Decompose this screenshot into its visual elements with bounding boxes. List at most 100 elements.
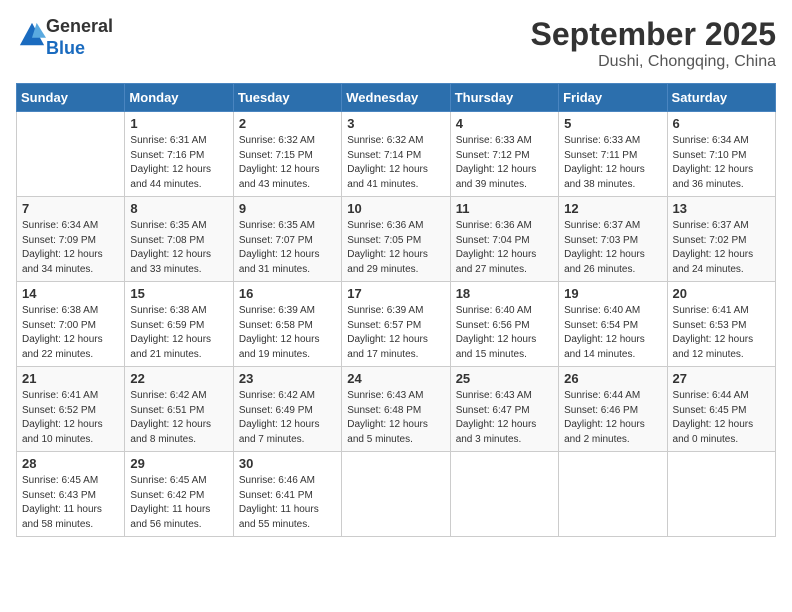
day-number: 5 (564, 116, 661, 131)
day-info: Sunrise: 6:40 AM Sunset: 6:54 PM Dayligh… (564, 304, 661, 362)
day-number: 6 (673, 116, 770, 131)
day-number: 27 (673, 371, 770, 386)
day-number: 12 (564, 201, 661, 216)
weekday-monday: Monday (125, 84, 233, 112)
day-info: Sunrise: 6:41 AM Sunset: 6:53 PM Dayligh… (673, 304, 770, 362)
day-number: 26 (564, 371, 661, 386)
calendar-cell: 22 Sunrise: 6:42 AM Sunset: 6:51 PM Dayli… (125, 367, 233, 452)
calendar-week-1: 1 Sunrise: 6:31 AM Sunset: 7:16 PM Daylig… (17, 112, 776, 197)
day-number: 2 (239, 116, 336, 131)
weekday-wednesday: Wednesday (342, 84, 450, 112)
day-info: Sunrise: 6:46 AM Sunset: 6:41 PM Dayligh… (239, 474, 336, 532)
logo-blue-text: Blue (46, 38, 85, 58)
day-info: Sunrise: 6:42 AM Sunset: 6:51 PM Dayligh… (130, 389, 227, 447)
calendar-cell: 11Sunrise: 6:36 AM Sunset: 7:04 PM Dayli… (450, 197, 558, 282)
day-info: Sunrise: 6:43 AM Sunset: 6:48 PM Dayligh… (347, 389, 444, 447)
day-number: 29 (130, 456, 227, 471)
calendar-cell: 12 Sunrise: 6:37 AM Sunset: 7:03 PM Dayli… (559, 197, 667, 282)
weekday-saturday: Saturday (667, 84, 775, 112)
calendar-cell: 29 Sunrise: 6:45 AM Sunset: 6:42 PM Dayli… (125, 452, 233, 537)
day-number: 28 (22, 456, 119, 471)
day-info: Sunrise: 6:41 AM Sunset: 6:52 PM Dayligh… (22, 389, 119, 447)
day-number: 23 (239, 371, 336, 386)
day-number: 4 (456, 116, 553, 131)
day-info: Sunrise: 6:37 AM Sunset: 7:02 PM Dayligh… (673, 219, 770, 277)
calendar-cell (667, 452, 775, 537)
day-number: 30 (239, 456, 336, 471)
calendar-cell: 15 Sunrise: 6:38 AM Sunset: 6:59 PM Dayli… (125, 282, 233, 367)
day-info: Sunrise: 6:40 AM Sunset: 6:56 PM Dayligh… (456, 304, 553, 362)
calendar-cell: 17Sunrise: 6:39 AM Sunset: 6:57 PM Dayli… (342, 282, 450, 367)
day-number: 24 (347, 371, 444, 386)
month-title: September 2025 (531, 16, 776, 53)
day-number: 22 (130, 371, 227, 386)
day-info: Sunrise: 6:35 AM Sunset: 7:08 PM Dayligh… (130, 219, 227, 277)
calendar-cell: 28 Sunrise: 6:45 AM Sunset: 6:43 PM Dayli… (17, 452, 125, 537)
page-header: General Blue September 2025 Dushi, Chong… (16, 16, 776, 71)
calendar-week-4: 21 Sunrise: 6:41 AM Sunset: 6:52 PM Dayli… (17, 367, 776, 452)
day-number: 7 (22, 201, 119, 216)
calendar-body: 1 Sunrise: 6:31 AM Sunset: 7:16 PM Daylig… (17, 112, 776, 537)
day-info: Sunrise: 6:37 AM Sunset: 7:03 PM Dayligh… (564, 219, 661, 277)
calendar-cell (342, 452, 450, 537)
calendar-cell: 2 Sunrise: 6:32 AM Sunset: 7:15 PM Daylig… (233, 112, 341, 197)
day-info: Sunrise: 6:32 AM Sunset: 7:15 PM Dayligh… (239, 134, 336, 192)
calendar-cell: 5Sunrise: 6:33 AM Sunset: 7:11 PM Daylig… (559, 112, 667, 197)
calendar-cell: 1 Sunrise: 6:31 AM Sunset: 7:16 PM Daylig… (125, 112, 233, 197)
calendar-cell: 4Sunrise: 6:33 AM Sunset: 7:12 PM Daylig… (450, 112, 558, 197)
calendar-cell: 8 Sunrise: 6:35 AM Sunset: 7:08 PM Daylig… (125, 197, 233, 282)
calendar-cell: 13 Sunrise: 6:37 AM Sunset: 7:02 PM Dayli… (667, 197, 775, 282)
day-number: 13 (673, 201, 770, 216)
calendar-cell: 24 Sunrise: 6:43 AM Sunset: 6:48 PM Dayli… (342, 367, 450, 452)
calendar-cell: 6Sunrise: 6:34 AM Sunset: 7:10 PM Daylig… (667, 112, 775, 197)
calendar-week-2: 7Sunrise: 6:34 AM Sunset: 7:09 PM Daylig… (17, 197, 776, 282)
day-number: 19 (564, 286, 661, 301)
day-number: 20 (673, 286, 770, 301)
day-info: Sunrise: 6:39 AM Sunset: 6:58 PM Dayligh… (239, 304, 336, 362)
weekday-tuesday: Tuesday (233, 84, 341, 112)
calendar-week-3: 14Sunrise: 6:38 AM Sunset: 7:00 PM Dayli… (17, 282, 776, 367)
calendar-cell: 26 Sunrise: 6:44 AM Sunset: 6:46 PM Dayli… (559, 367, 667, 452)
day-info: Sunrise: 6:42 AM Sunset: 6:49 PM Dayligh… (239, 389, 336, 447)
day-number: 18 (456, 286, 553, 301)
calendar-cell: 27Sunrise: 6:44 AM Sunset: 6:45 PM Dayli… (667, 367, 775, 452)
calendar-cell: 25 Sunrise: 6:43 AM Sunset: 6:47 PM Dayli… (450, 367, 558, 452)
calendar-cell: 7Sunrise: 6:34 AM Sunset: 7:09 PM Daylig… (17, 197, 125, 282)
logo: General Blue (16, 16, 113, 59)
day-number: 8 (130, 201, 227, 216)
day-number: 25 (456, 371, 553, 386)
calendar-cell: 10Sunrise: 6:36 AM Sunset: 7:05 PM Dayli… (342, 197, 450, 282)
calendar-cell: 19 Sunrise: 6:40 AM Sunset: 6:54 PM Dayli… (559, 282, 667, 367)
day-info: Sunrise: 6:31 AM Sunset: 7:16 PM Dayligh… (130, 134, 227, 192)
day-info: Sunrise: 6:43 AM Sunset: 6:47 PM Dayligh… (456, 389, 553, 447)
calendar-cell: 14Sunrise: 6:38 AM Sunset: 7:00 PM Dayli… (17, 282, 125, 367)
day-info: Sunrise: 6:38 AM Sunset: 6:59 PM Dayligh… (130, 304, 227, 362)
calendar-cell: 30 Sunrise: 6:46 AM Sunset: 6:41 PM Dayli… (233, 452, 341, 537)
day-info: Sunrise: 6:45 AM Sunset: 6:42 PM Dayligh… (130, 474, 227, 532)
calendar-week-5: 28 Sunrise: 6:45 AM Sunset: 6:43 PM Dayli… (17, 452, 776, 537)
day-number: 17 (347, 286, 444, 301)
weekday-thursday: Thursday (450, 84, 558, 112)
day-info: Sunrise: 6:44 AM Sunset: 6:46 PM Dayligh… (564, 389, 661, 447)
day-number: 14 (22, 286, 119, 301)
calendar-cell: 21 Sunrise: 6:41 AM Sunset: 6:52 PM Dayli… (17, 367, 125, 452)
logo-general-text: General (46, 16, 113, 36)
day-number: 3 (347, 116, 444, 131)
day-number: 15 (130, 286, 227, 301)
day-number: 16 (239, 286, 336, 301)
day-info: Sunrise: 6:35 AM Sunset: 7:07 PM Dayligh… (239, 219, 336, 277)
calendar-cell: 3Sunrise: 6:32 AM Sunset: 7:14 PM Daylig… (342, 112, 450, 197)
day-info: Sunrise: 6:36 AM Sunset: 7:05 PM Dayligh… (347, 219, 444, 277)
logo-icon (18, 21, 46, 49)
location-title: Dushi, Chongqing, China (531, 53, 776, 71)
calendar-cell: 23 Sunrise: 6:42 AM Sunset: 6:49 PM Dayli… (233, 367, 341, 452)
calendar-cell (17, 112, 125, 197)
day-number: 21 (22, 371, 119, 386)
title-block: September 2025 Dushi, Chongqing, China (531, 16, 776, 71)
day-number: 1 (130, 116, 227, 131)
day-info: Sunrise: 6:45 AM Sunset: 6:43 PM Dayligh… (22, 474, 119, 532)
calendar-cell: 20 Sunrise: 6:41 AM Sunset: 6:53 PM Dayli… (667, 282, 775, 367)
calendar-cell (559, 452, 667, 537)
day-number: 9 (239, 201, 336, 216)
day-number: 11 (456, 201, 553, 216)
